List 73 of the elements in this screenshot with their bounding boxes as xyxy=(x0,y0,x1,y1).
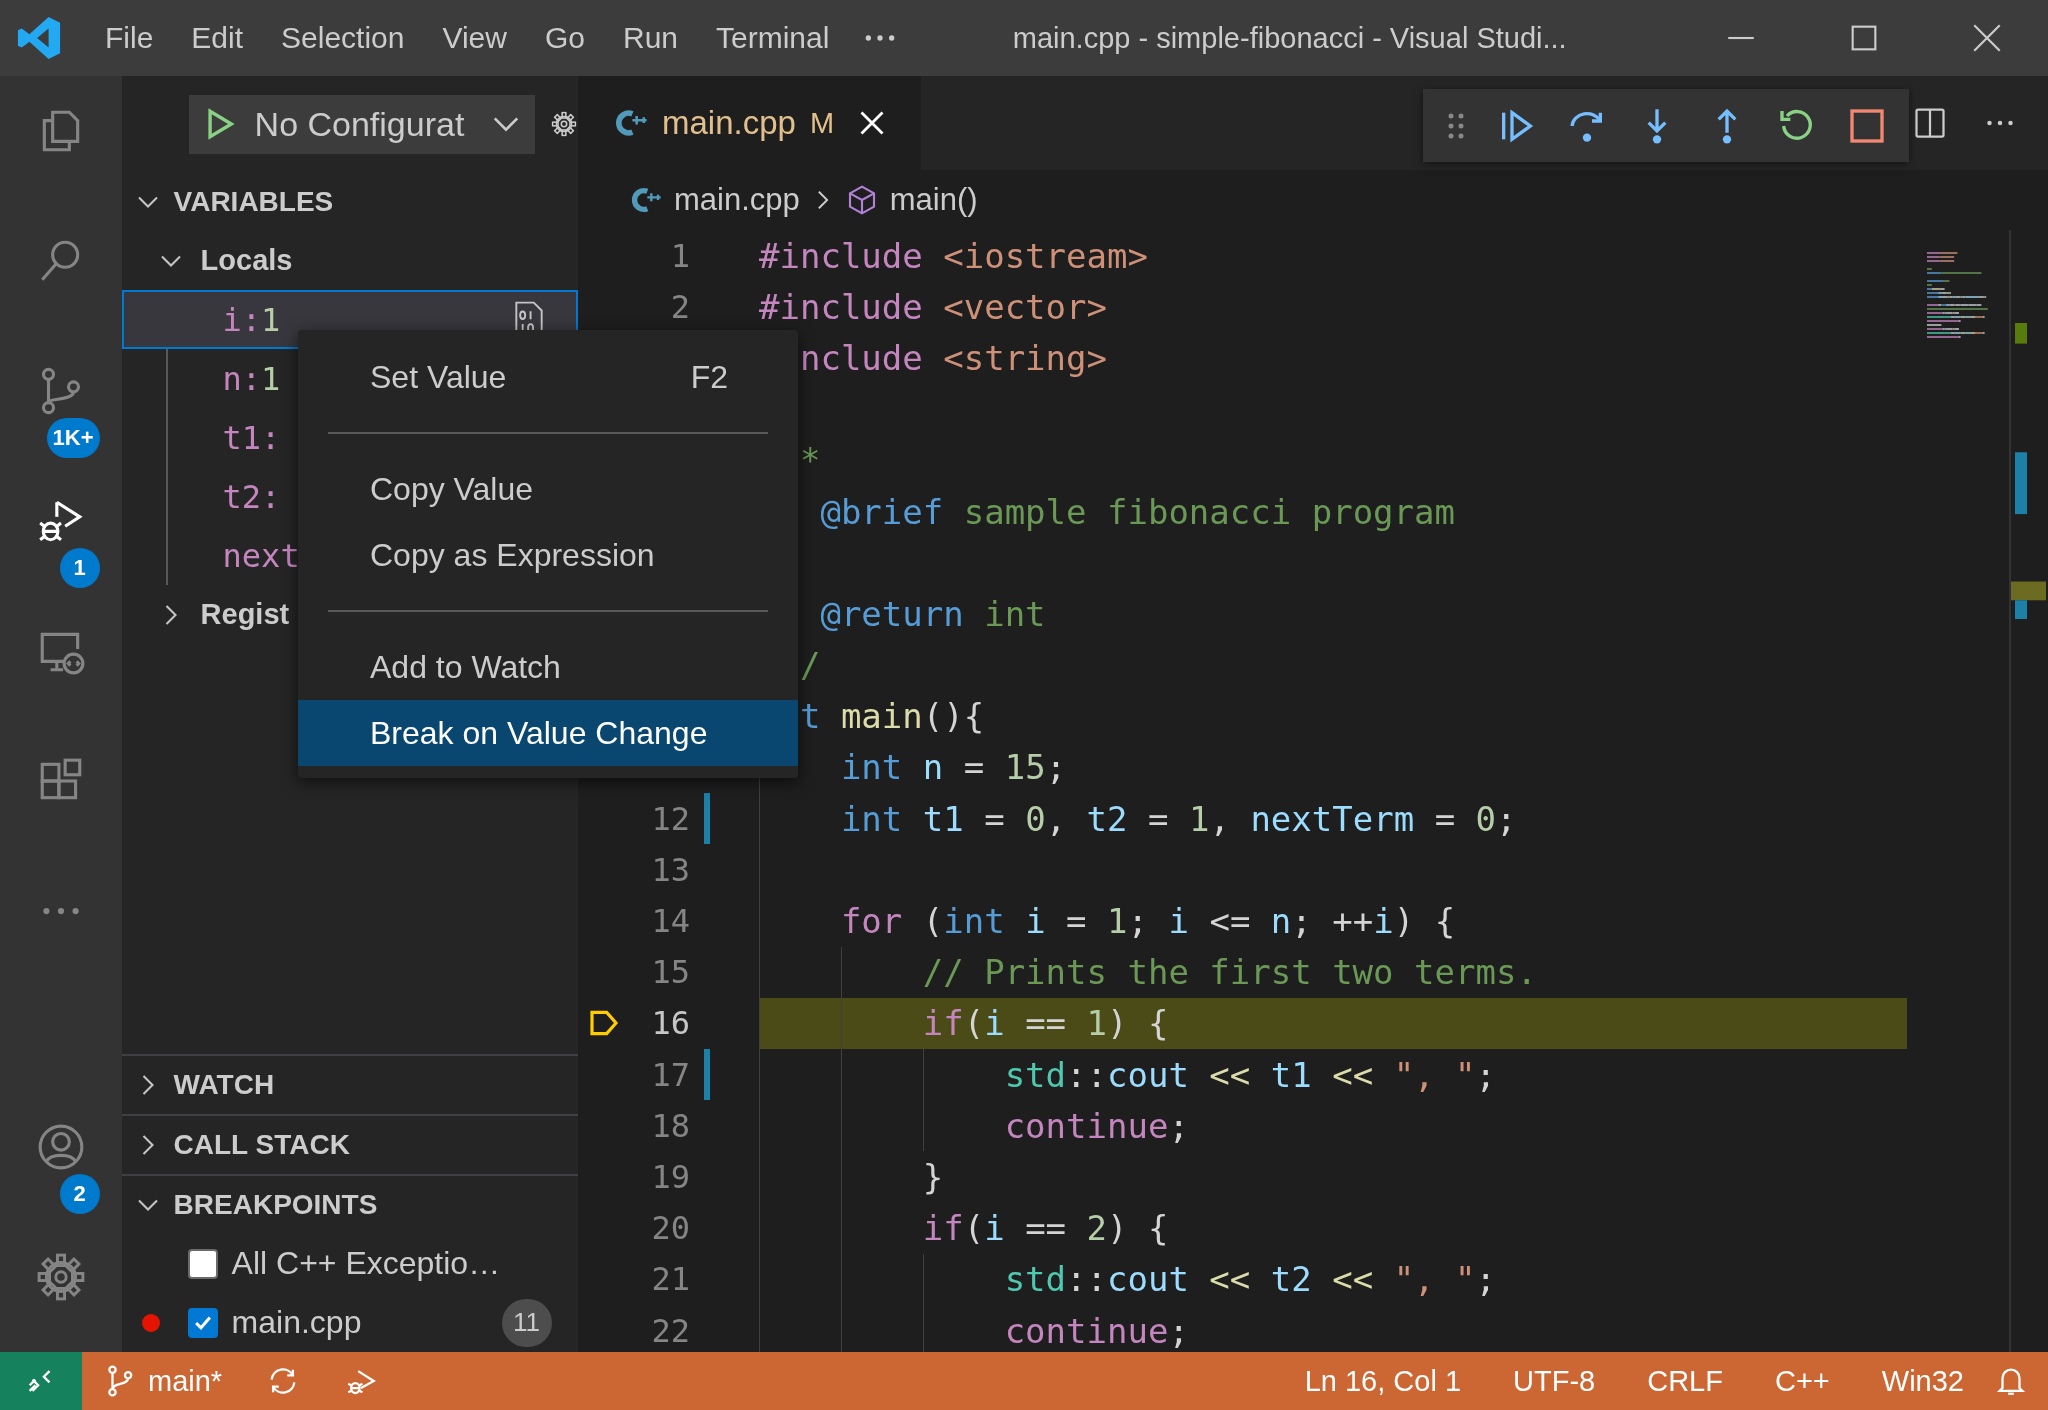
checkbox[interactable] xyxy=(187,1307,218,1338)
code-line: #include <vector> xyxy=(759,286,1107,327)
line-number: 1 xyxy=(670,236,690,275)
section-title[interactable]: BREAKPOINTS xyxy=(173,1189,378,1221)
menu-item[interactable]: Copy Value xyxy=(298,456,798,522)
settings-icon[interactable] xyxy=(35,1252,86,1302)
line-number: 22 xyxy=(651,1311,690,1350)
line-number: 20 xyxy=(651,1209,690,1248)
code-line: std::cout << t1 << ", "; xyxy=(1003,1054,1496,1095)
branch-button[interactable]: main* xyxy=(82,1352,245,1410)
code-line: if(i == 2) { xyxy=(921,1208,1169,1249)
remote-button[interactable] xyxy=(0,1352,82,1410)
menu-item[interactable]: Selection xyxy=(262,21,424,55)
code-line: * xyxy=(798,440,821,481)
section-title[interactable]: WATCH xyxy=(173,1069,275,1101)
line-number: 12 xyxy=(651,799,690,838)
section-title[interactable]: VARIABLES xyxy=(173,185,334,218)
code-line: } xyxy=(921,1156,944,1197)
scope-label[interactable]: Regist xyxy=(200,598,290,631)
breadcrumb-item[interactable]: main.cpp xyxy=(674,182,800,218)
checkbox[interactable] xyxy=(187,1248,218,1279)
menu-item[interactable]: Terminal xyxy=(697,21,849,55)
code-line: std::cout << t2 << ", "; xyxy=(1003,1259,1496,1300)
code-line: continue; xyxy=(1003,1310,1189,1351)
menu-item[interactable]: Copy as Expression xyxy=(298,522,798,588)
menu-item[interactable]: Run xyxy=(604,21,698,55)
line-number: 17 xyxy=(651,1055,690,1094)
count-badge: 1K+ xyxy=(46,418,100,458)
line-number: 18 xyxy=(651,1106,690,1145)
status-item[interactable]: Win32 xyxy=(1859,1352,1986,1410)
code-line: #include <iostream> xyxy=(759,235,1148,276)
line-number: 2 xyxy=(670,287,690,326)
code-line: // Prints the first two terms. xyxy=(921,952,1537,993)
menu-item[interactable]: Edit xyxy=(172,21,263,55)
line-number: 13 xyxy=(651,850,690,889)
editor-tab[interactable]: main.cpp M xyxy=(578,76,921,170)
code-line: if(i == 1) { xyxy=(921,1003,1169,1044)
status-item[interactable]: UTF-8 xyxy=(1491,1352,1618,1410)
code-line: int n = 15; xyxy=(839,747,1067,788)
code-line: / xyxy=(798,645,821,686)
line-number: 15 xyxy=(651,953,690,992)
menu-item[interactable]: Add to Watch xyxy=(298,634,798,700)
code-line: @brief sample fibonacci program xyxy=(819,491,1455,532)
line-number: 19 xyxy=(651,1157,690,1196)
menu-item[interactable]: File xyxy=(86,21,173,55)
menu-item[interactable]: Break on Value Change xyxy=(298,700,798,766)
line-number: 21 xyxy=(651,1260,690,1299)
code-line: continue; xyxy=(1003,1105,1189,1146)
code-line: for (int i = 1; i <= n; ++i) { xyxy=(839,901,1456,942)
breakpoint-label[interactable]: main.cpp xyxy=(231,1304,362,1341)
run-config-dropdown[interactable]: No Configurat xyxy=(188,94,535,154)
window-title: main.cpp - simple-fibonacci - Visual Studi... xyxy=(1011,21,1568,55)
breakpoint-dot xyxy=(141,1313,160,1332)
scope-label[interactable]: Locals xyxy=(200,244,293,277)
count-badge: 2 xyxy=(59,1174,100,1214)
status-item[interactable]: CRLF xyxy=(1625,1352,1745,1410)
menu-item[interactable]: Go xyxy=(525,21,604,55)
status-item[interactable]: C++ xyxy=(1752,1352,1852,1410)
code-line: t main(){ xyxy=(798,696,985,737)
breakpoint-label[interactable]: All C++ Exceptio… xyxy=(231,1245,501,1282)
menu-item[interactable]: View xyxy=(423,21,526,55)
code-line: int t1 = 0, t2 = 1, nextTerm = 0; xyxy=(839,798,1517,839)
line-number: 14 xyxy=(651,902,690,941)
breadcrumb-item[interactable]: main() xyxy=(889,182,978,218)
split-editor-icon[interactable] xyxy=(1912,105,1948,141)
count-badge: 11 xyxy=(501,1298,552,1347)
logo-icon xyxy=(16,15,62,61)
code-line: @return int xyxy=(819,593,1046,634)
section-title[interactable]: CALL STACK xyxy=(173,1129,350,1161)
code-line: nclude <string> xyxy=(798,337,1107,378)
status-item[interactable]: Ln 16, Col 1 xyxy=(1282,1352,1484,1410)
line-number: 16 xyxy=(651,1004,690,1043)
count-badge: 1 xyxy=(59,548,100,588)
